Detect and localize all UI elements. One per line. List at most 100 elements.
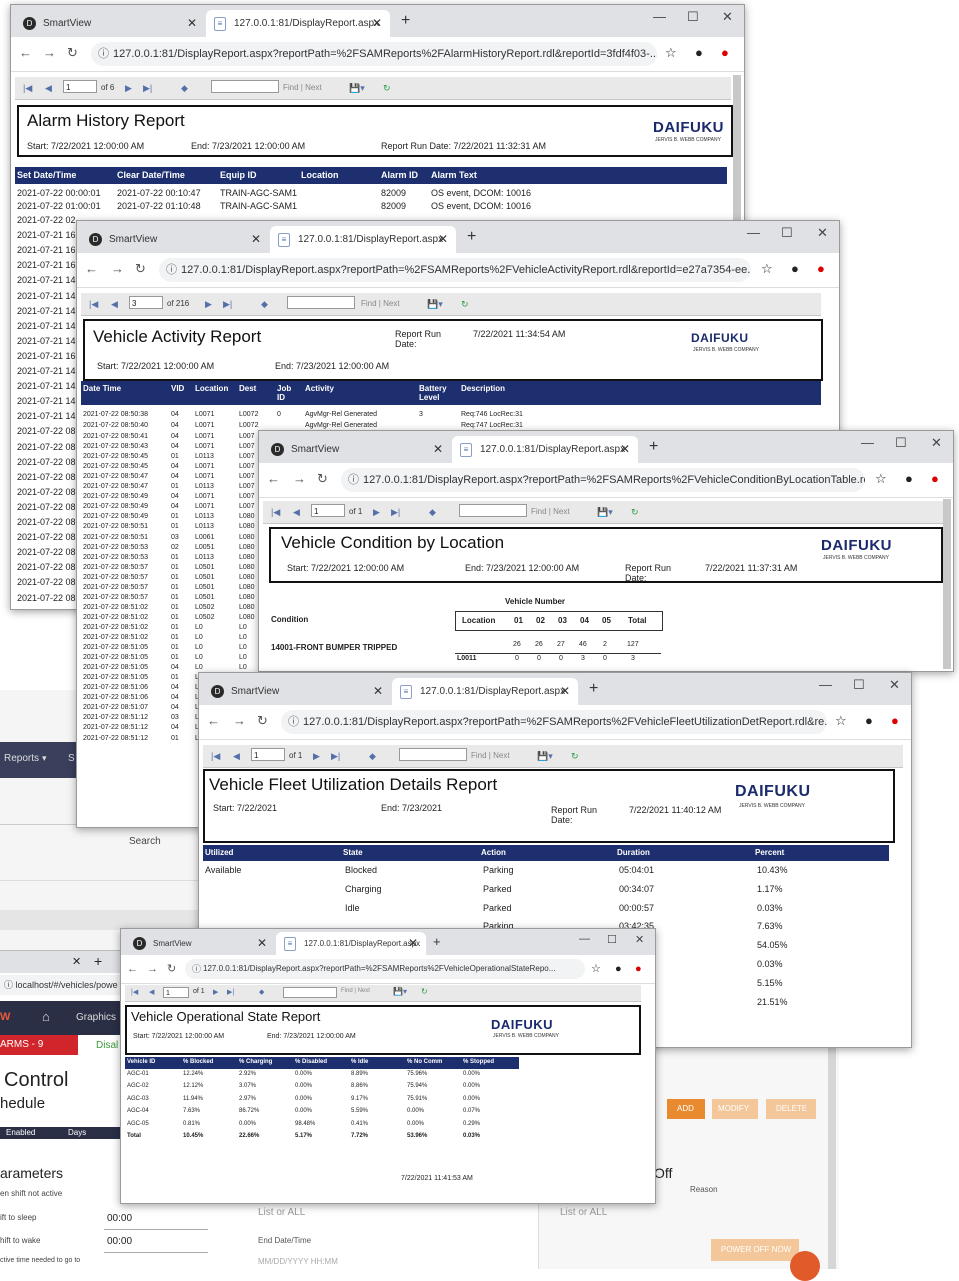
prev-page-icon[interactable]: ◀ <box>293 507 300 518</box>
tab-smartview[interactable]: D SmartView ✕ <box>203 678 391 705</box>
close-window-icon[interactable]: ✕ <box>817 225 828 241</box>
prev-page-icon[interactable]: ◀ <box>111 299 118 310</box>
close-tab-icon[interactable]: ✕ <box>373 678 383 705</box>
find-input[interactable] <box>211 80 279 93</box>
close-tab-icon[interactable]: ✕ <box>257 932 267 955</box>
forward-icon[interactable]: → <box>233 714 246 728</box>
find-next-links[interactable]: Find | Next <box>361 299 400 308</box>
minimize-icon[interactable]: — <box>861 435 874 450</box>
end-datetime-input[interactable]: MM/DD/YYYY HH:MM <box>258 1257 338 1266</box>
profile-icon[interactable]: ● <box>695 46 703 60</box>
profile-icon[interactable]: ● <box>865 714 873 728</box>
bookmark-star-icon[interactable]: ☆ <box>875 472 887 486</box>
back-to-parent-icon[interactable]: ◆ <box>259 988 264 996</box>
export-icon[interactable]: 💾▾ <box>537 751 553 762</box>
vehicles-list-field-2[interactable]: List or ALL <box>560 1207 607 1218</box>
tab-report[interactable]: ≡ 127.0.0.1:81/DisplayReport.aspx ✕ <box>276 932 426 955</box>
back-to-parent-icon[interactable]: ◆ <box>181 83 188 94</box>
scrollbar[interactable] <box>943 499 951 669</box>
export-icon[interactable]: 💾▾ <box>349 83 365 94</box>
page-number-input[interactable]: 1 <box>163 987 189 998</box>
bookmark-star-icon[interactable]: ☆ <box>665 46 677 60</box>
alarms-badge[interactable]: ARMS - 9 <box>0 1035 78 1055</box>
back-icon[interactable]: ← <box>19 46 32 60</box>
last-page-icon[interactable]: ▶| <box>223 299 232 310</box>
maximize-icon[interactable]: ☐ <box>687 9 699 25</box>
next-page-icon[interactable]: ▶ <box>313 751 320 762</box>
close-window-icon[interactable]: ✕ <box>635 933 644 946</box>
prev-page-icon[interactable]: ◀ <box>233 751 240 762</box>
close-window-icon[interactable]: ✕ <box>931 435 942 451</box>
extension-icon[interactable]: ● <box>931 472 939 486</box>
reload-icon[interactable]: ↻ <box>167 962 176 976</box>
minimize-icon[interactable]: — <box>653 9 666 24</box>
find-next-links[interactable]: Find | Next <box>471 751 510 760</box>
back-icon[interactable]: ← <box>267 472 280 486</box>
profile-icon[interactable]: ● <box>905 472 913 486</box>
next-page-icon[interactable]: ▶ <box>205 299 212 310</box>
back-to-parent-icon[interactable]: ◆ <box>369 751 376 762</box>
close-tab-icon[interactable]: ✕ <box>372 10 382 37</box>
find-input[interactable] <box>399 748 467 761</box>
last-page-icon[interactable]: ▶| <box>331 751 340 762</box>
new-tab-icon[interactable]: + <box>467 229 476 245</box>
bookmark-star-icon[interactable]: ☆ <box>835 714 847 728</box>
bg-omnibox[interactable]: ⓘ localhost/#/vehicles/powe <box>0 975 120 995</box>
find-input[interactable] <box>459 504 527 517</box>
maximize-icon[interactable]: ☐ <box>607 933 617 946</box>
find-next-links[interactable]: Find | Next <box>531 507 570 516</box>
close-tab-icon[interactable]: ✕ <box>560 678 570 705</box>
close-tab-icon[interactable]: ✕ <box>251 226 261 253</box>
forward-icon[interactable]: → <box>43 46 56 60</box>
extension-icon[interactable]: ● <box>891 714 899 728</box>
url-field[interactable]: ⓘ 127.0.0.1:81/DisplayReport.aspx?report… <box>91 42 657 66</box>
next-page-icon[interactable]: ▶ <box>373 507 380 518</box>
tab-report[interactable]: ≡ 127.0.0.1:81/DisplayReport.aspx ✕ <box>452 436 638 463</box>
refresh-icon[interactable]: ↻ <box>631 507 639 518</box>
nav-s[interactable]: S <box>68 753 75 764</box>
last-page-icon[interactable]: ▶| <box>391 507 400 518</box>
url-field[interactable]: ⓘ 127.0.0.1:81/DisplayReport.aspx?report… <box>185 959 585 979</box>
first-page-icon[interactable]: |◀ <box>131 988 138 996</box>
refresh-icon[interactable]: ↻ <box>421 987 428 996</box>
param-sleep-value[interactable]: 00:00 <box>107 1213 132 1224</box>
close-tab-icon[interactable]: ✕ <box>620 436 630 463</box>
maximize-icon[interactable]: ☐ <box>781 225 793 241</box>
close-tab-icon[interactable]: ✕ <box>433 436 443 463</box>
power-off-now-button[interactable]: POWER OFF NOW <box>711 1239 799 1261</box>
param-wake-value[interactable]: 00:00 <box>107 1236 132 1247</box>
forward-icon[interactable]: → <box>147 962 158 976</box>
back-icon[interactable]: ← <box>207 714 220 728</box>
minimize-icon[interactable]: — <box>819 677 832 692</box>
close-tab-icon[interactable]: ✕ <box>187 10 197 37</box>
reload-icon[interactable]: ↻ <box>257 714 268 728</box>
back-icon[interactable]: ← <box>85 262 98 276</box>
page-number-input[interactable]: 3 <box>129 296 163 309</box>
export-icon[interactable]: 💾▾ <box>393 987 407 996</box>
reload-icon[interactable]: ↻ <box>135 262 146 276</box>
tab-smartview[interactable]: D SmartView ✕ <box>263 436 451 463</box>
tab-smartview[interactable]: D SmartView ✕ <box>15 10 205 37</box>
new-tab-icon[interactable]: + <box>433 934 441 950</box>
refresh-icon[interactable]: ↻ <box>571 751 579 762</box>
bg-new-tab-icon[interactable]: + <box>94 953 102 969</box>
minimize-icon[interactable]: — <box>579 933 590 945</box>
next-page-icon[interactable]: ▶ <box>125 83 132 94</box>
extension-icon[interactable]: ● <box>635 962 642 976</box>
reload-icon[interactable]: ↻ <box>67 46 78 60</box>
extension-icon[interactable]: ● <box>721 46 729 60</box>
back-to-parent-icon[interactable]: ◆ <box>261 299 268 310</box>
tab-smartview[interactable]: D SmartView ✕ <box>125 932 275 955</box>
close-tab-icon[interactable]: ✕ <box>438 226 448 253</box>
bookmark-star-icon[interactable]: ☆ <box>761 262 773 276</box>
forward-icon[interactable]: → <box>293 472 306 486</box>
bg-tab-close-icon[interactable]: ✕ <box>72 955 81 968</box>
find-next-links[interactable]: Find | Next <box>283 83 322 92</box>
profile-icon[interactable]: ● <box>615 962 622 976</box>
first-page-icon[interactable]: |◀ <box>271 507 280 518</box>
find-input[interactable] <box>283 987 337 998</box>
find-input[interactable] <box>287 296 355 309</box>
add-button[interactable]: ADD <box>667 1099 705 1119</box>
tab-smartview[interactable]: D SmartView ✕ <box>81 226 269 253</box>
find-next-links[interactable]: Find | Next <box>341 988 370 994</box>
